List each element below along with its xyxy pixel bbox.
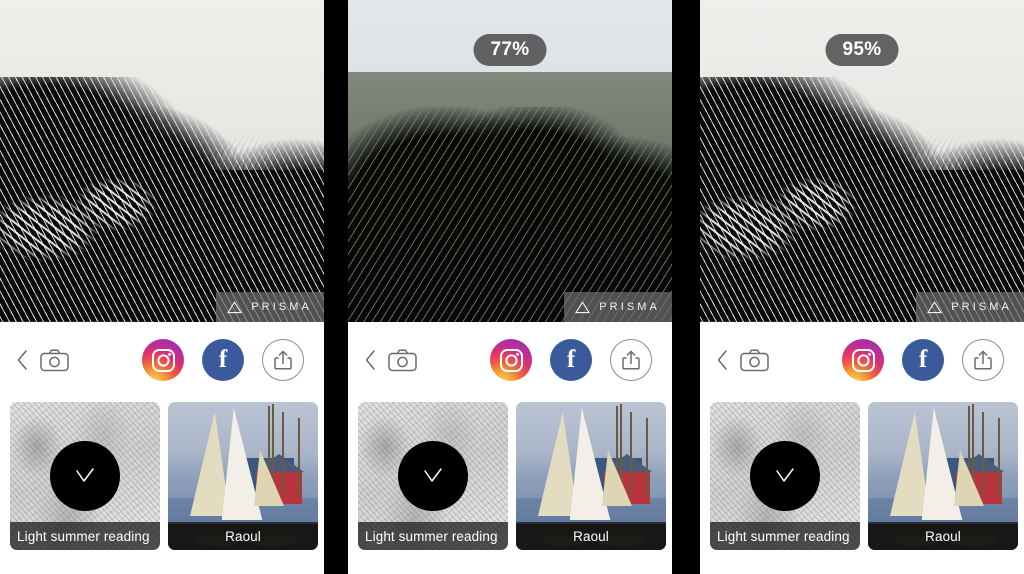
facebook-icon: f xyxy=(918,345,928,373)
harbour-mast xyxy=(982,412,984,494)
harbour-mast xyxy=(298,418,300,496)
instagram-share-button[interactable] xyxy=(490,339,532,381)
toolbar-share-group: f xyxy=(842,339,1024,381)
share-toolbar-3: f xyxy=(700,322,1024,398)
harbour-mast xyxy=(630,412,632,494)
facebook-icon: f xyxy=(566,345,576,373)
share-button[interactable] xyxy=(962,339,1004,381)
screenshot-stage: PRISMA f Light summer reading Raoul 77% … xyxy=(0,0,1024,574)
prisma-watermark-label: PRISMA xyxy=(599,301,660,313)
photo-white-sprigs xyxy=(0,162,170,282)
toolbar-left-group xyxy=(348,348,417,372)
style-selected-badge xyxy=(750,441,820,511)
toolbar-left-group xyxy=(700,348,769,372)
style-thumbnail-raoul[interactable]: Raoul xyxy=(168,402,318,550)
style-selected-badge xyxy=(398,441,468,511)
chevron-left-icon[interactable] xyxy=(716,349,729,371)
share-toolbar-1: f xyxy=(0,322,324,398)
filter-strength-badge: 77% xyxy=(473,34,547,66)
prisma-watermark: PRISMA xyxy=(564,292,672,322)
toolbar-left-group xyxy=(0,348,69,372)
checkmark-icon xyxy=(76,468,94,482)
camera-icon[interactable] xyxy=(40,348,69,372)
photo-preview-3[interactable]: 95% PRISMA xyxy=(700,0,1024,322)
phone-panel-2: 77% PRISMA f Light summer reading Raoul xyxy=(348,0,672,574)
prisma-watermark: PRISMA xyxy=(216,292,324,322)
style-thumbnail-label: Light summer reading xyxy=(358,522,508,550)
share-upload-icon xyxy=(974,350,992,370)
style-thumbnail-raoul[interactable]: Raoul xyxy=(868,402,1018,550)
toolbar-share-group: f xyxy=(142,339,324,381)
style-thumbnail-light-summer-reading[interactable]: Light summer reading xyxy=(358,402,508,550)
harbour-mast xyxy=(646,418,648,496)
style-selected-badge xyxy=(50,441,120,511)
share-upload-icon xyxy=(274,350,292,370)
instagram-icon xyxy=(151,348,175,372)
photo-foliage xyxy=(348,107,672,322)
checkmark-icon xyxy=(424,468,442,482)
toolbar-share-group: f xyxy=(490,339,672,381)
share-upload-icon xyxy=(622,350,640,370)
share-toolbar-2: f xyxy=(348,322,672,398)
style-thumbnail-light-summer-reading[interactable]: Light summer reading xyxy=(10,402,160,550)
style-thumbnail-label: Raoul xyxy=(168,522,318,550)
phone-panel-1: PRISMA f Light summer reading Raoul xyxy=(0,0,324,574)
photo-preview-1[interactable]: PRISMA xyxy=(0,0,324,322)
facebook-share-button[interactable]: f xyxy=(202,339,244,381)
instagram-icon xyxy=(851,348,875,372)
style-thumbnail-strip-2: Light summer reading Raoul xyxy=(348,402,672,552)
style-thumbnail-raoul[interactable]: Raoul xyxy=(516,402,666,550)
checkmark-icon xyxy=(776,468,794,482)
facebook-icon: f xyxy=(218,345,228,373)
facebook-share-button[interactable]: f xyxy=(550,339,592,381)
harbour-mast xyxy=(998,418,1000,496)
facebook-share-button[interactable]: f xyxy=(902,339,944,381)
filter-strength-badge: 95% xyxy=(825,34,899,66)
chevron-left-icon[interactable] xyxy=(16,349,29,371)
phone-panel-3: 95% PRISMA f Light summer reading Raoul xyxy=(700,0,1024,574)
prisma-watermark-label: PRISMA xyxy=(251,301,312,313)
prisma-watermark-label: PRISMA xyxy=(951,301,1012,313)
style-thumbnail-strip-1: Light summer reading Raoul xyxy=(0,402,324,552)
style-thumbnail-label: Raoul xyxy=(516,522,666,550)
triangle-outline-icon xyxy=(575,300,591,313)
style-thumbnail-label: Light summer reading xyxy=(710,522,860,550)
chevron-left-icon[interactable] xyxy=(364,349,377,371)
instagram-icon xyxy=(499,348,523,372)
camera-icon[interactable] xyxy=(388,348,417,372)
style-thumbnail-light-summer-reading[interactable]: Light summer reading xyxy=(710,402,860,550)
camera-icon[interactable] xyxy=(740,348,769,372)
photo-white-sprigs xyxy=(700,162,870,282)
instagram-share-button[interactable] xyxy=(842,339,884,381)
triangle-outline-icon xyxy=(227,300,243,313)
share-button[interactable] xyxy=(262,339,304,381)
share-button[interactable] xyxy=(610,339,652,381)
photo-preview-2[interactable]: 77% PRISMA xyxy=(348,0,672,322)
prisma-watermark: PRISMA xyxy=(916,292,1024,322)
triangle-outline-icon xyxy=(927,300,943,313)
instagram-share-button[interactable] xyxy=(142,339,184,381)
harbour-mast xyxy=(282,412,284,494)
style-thumbnail-label: Light summer reading xyxy=(10,522,160,550)
style-thumbnail-label: Raoul xyxy=(868,522,1018,550)
style-thumbnail-strip-3: Light summer reading Raoul xyxy=(700,402,1024,552)
